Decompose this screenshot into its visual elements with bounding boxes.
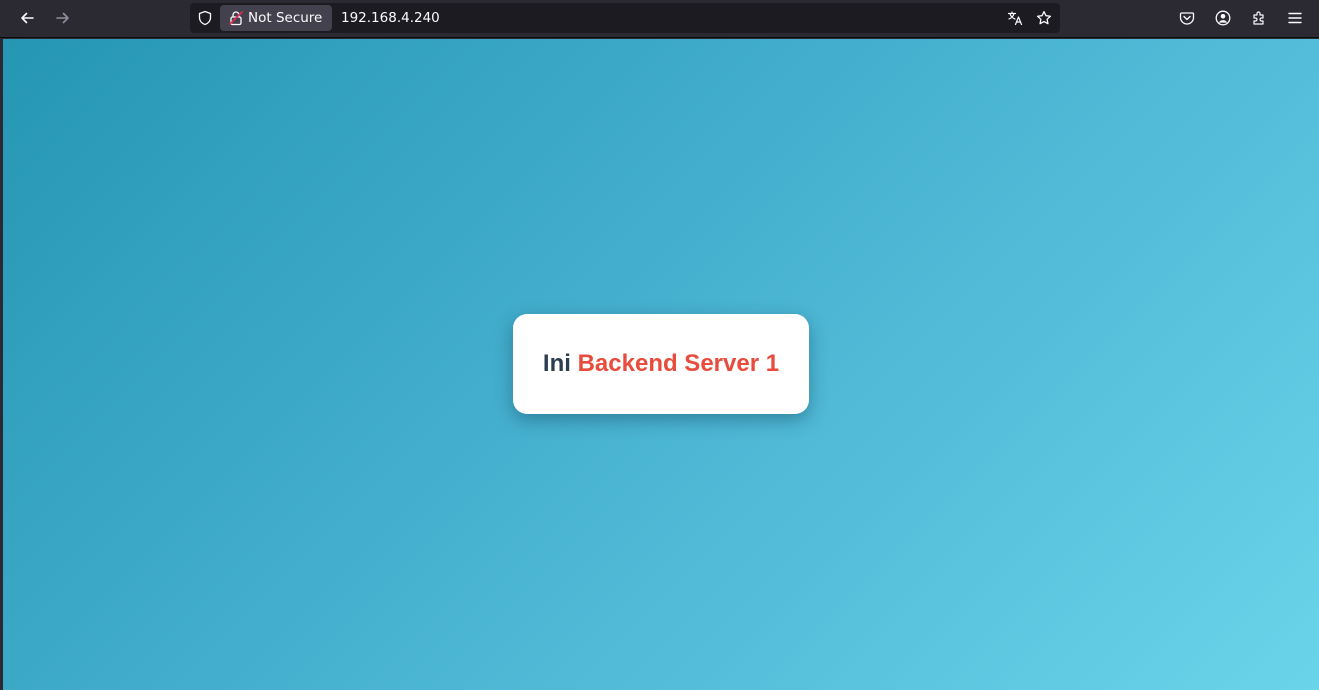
server-heading: Ini Backend Server 1 (543, 350, 779, 378)
extensions-icon[interactable] (1251, 10, 1267, 26)
account-icon[interactable] (1215, 10, 1231, 26)
page-viewport: Ini Backend Server 1 (3, 39, 1319, 690)
back-button[interactable] (13, 4, 41, 32)
forward-arrow-icon (56, 12, 69, 24)
url-text[interactable]: 192.168.4.240 (341, 10, 440, 26)
insecure-lock-icon (229, 11, 243, 26)
security-status-label: Not Secure (248, 10, 323, 26)
pocket-icon[interactable] (1179, 10, 1195, 26)
address-bar[interactable]: Not Secure 192.168.4.240 (190, 3, 1060, 33)
translate-icon[interactable] (1007, 10, 1023, 26)
heading-prefix: Ini (542, 350, 571, 377)
tracking-protection-shield-icon[interactable] (197, 10, 213, 26)
server-name-highlight: Backend Server 1 (577, 350, 780, 377)
hamburger-menu-icon[interactable] (1287, 10, 1303, 26)
back-arrow-icon (21, 12, 34, 24)
star-icon[interactable] (1036, 10, 1052, 26)
site-security-button[interactable]: Not Secure (220, 5, 332, 31)
forward-button[interactable] (49, 4, 77, 32)
browser-toolbar: Not Secure 192.168.4.240 (0, 0, 1319, 38)
message-card: Ini Backend Server 1 (513, 314, 809, 414)
